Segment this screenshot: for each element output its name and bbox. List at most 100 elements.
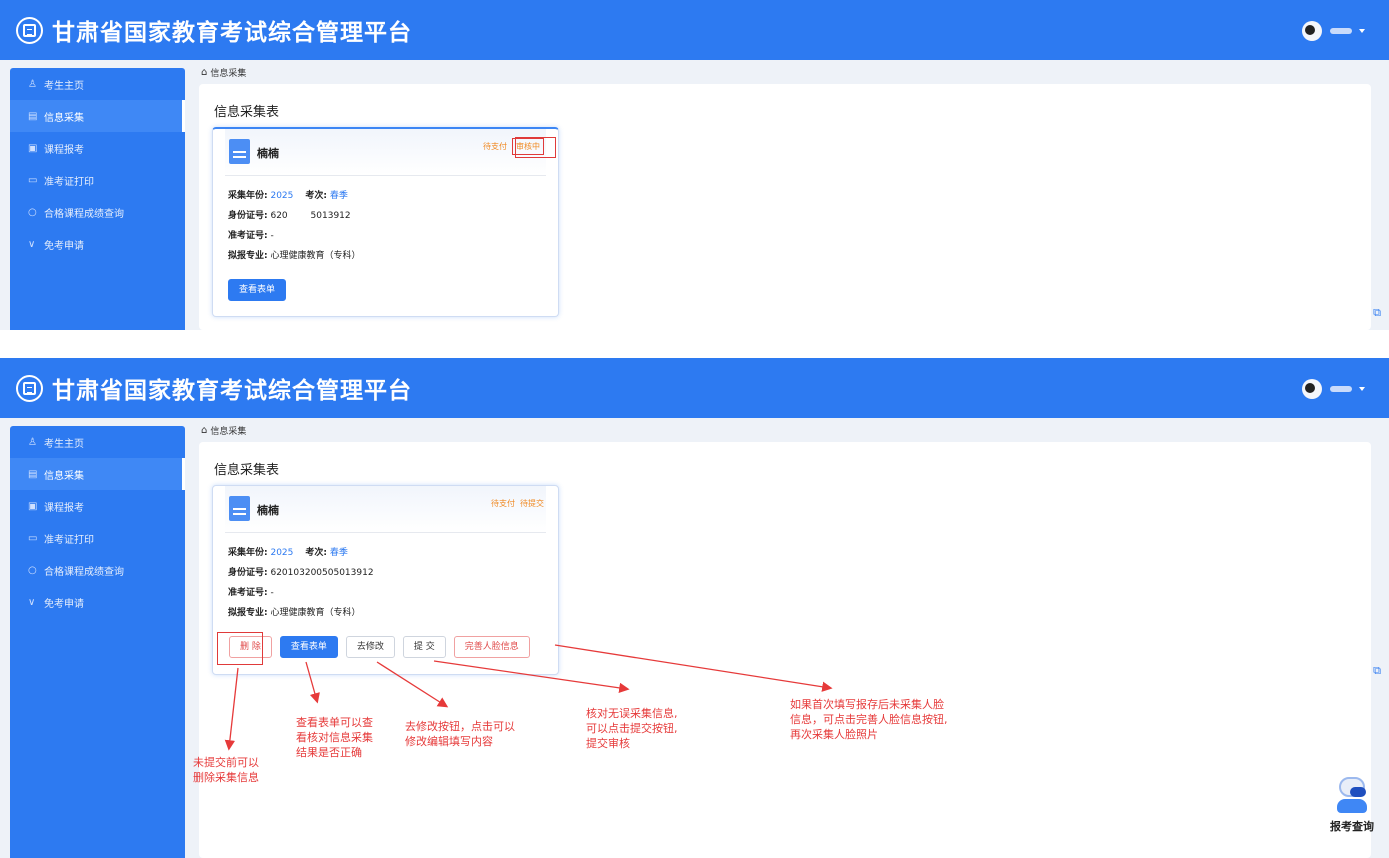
breadcrumb-current: 信息采集 [210,427,247,437]
highlight-box-delete [217,632,263,665]
view-form-button[interactable]: 查看表单 [279,636,338,658]
user-name-redacted [1330,28,1352,34]
annotation-line: 信息，可点击完善人脸信息按钮, [790,713,948,726]
annotation-line: 提交审核 [586,737,630,750]
sidebar-item-label: 免考申请 [44,598,84,610]
sidebar: ♙ 考生主页 ▤ 信息采集 ▣ 课程报考 ▭ 准考证打印 ○ 合格课程成绩查询 ∨ 免考申请 [10,426,185,858]
year-label: 采集年份: [228,191,268,201]
status-submit: 待提交 [520,499,544,508]
annotation-line: 核对无误采集信息, [586,707,678,720]
annotation-line: 再次采集人脸照片 [790,728,878,741]
card-body: 采集年份: 2025 考次: 春季 身份证号: 620 5013912 准考证号:… [213,176,558,266]
course-icon: ▣ [28,142,38,154]
annotation-line: 去修改按钮，点击可以 [405,720,515,733]
info-card: 楠楠 待支付 待提交 采集年份: 2025 考次: 春季 身份证号: 620103… [212,485,559,675]
app-title: 甘肃省国家教育考试综合管理平台 [52,378,412,404]
document-icon [229,496,250,521]
view-form-button[interactable]: 查看表单 [228,279,287,301]
sidebar-item-score[interactable]: ○ 合格课程成绩查询 [10,196,185,228]
home-icon[interactable]: ⌂ [201,67,207,78]
feedback-icon[interactable]: ⧉ [1373,664,1381,678]
info-card: 楠楠 待支付 审核中 采集年份: 2025 考次: 春季 身份证号: 620 50… [212,127,559,317]
feedback-icon[interactable]: ⧉ [1373,306,1381,320]
form-icon: ▤ [28,468,38,480]
main-content: 信息采集表 楠楠 待支付 待提交 采集年份: 2025 考次: 春季 身份证号: … [199,442,1371,858]
exam-query-label[interactable]: 报考查询 [1330,818,1374,834]
id-value: 620 5013912 [270,211,351,221]
card-name: 楠楠 [257,504,279,517]
id-label: 身份证号: [228,568,268,578]
card-actions: 删 除 查看表单 去修改 提 交 完善人脸信息 [229,636,530,658]
search-icon: ○ [28,564,37,576]
breadcrumb-current: 信息采集 [210,69,247,79]
sidebar-item-ticket[interactable]: ▭ 准考证打印 [10,164,185,196]
annotation-line: 修改编辑填写内容 [405,735,493,748]
major-value: 心理健康教育（专科） [270,608,361,618]
form-icon: ▤ [28,110,38,122]
search-icon: ○ [28,206,37,218]
annotation-line: 未提交前可以 [193,756,259,769]
user-menu[interactable] [1302,21,1365,41]
exam-no-label: 准考证号: [228,588,268,598]
avatar[interactable] [1302,21,1322,41]
sidebar-item-exempt[interactable]: ∨ 免考申请 [10,586,185,618]
chevron-down-icon[interactable] [1359,387,1365,391]
status-badges: 待支付 待提交 [491,498,544,509]
sidebar-item-score[interactable]: ○ 合格课程成绩查询 [10,554,185,586]
sidebar-item-home[interactable]: ♙ 考生主页 [10,68,185,100]
logo-icon [16,375,43,402]
card-header: 楠楠 待支付 待提交 [225,486,546,533]
complete-face-info-button[interactable]: 完善人脸信息 [453,636,530,658]
annotation-line: 删除采集信息 [193,771,259,784]
major-row: 拟报专业: 心理健康教育（专科） [228,246,543,266]
robot-assistant-icon[interactable] [1335,775,1369,815]
major-label: 拟报专业: [228,608,268,618]
card-name: 楠楠 [257,147,279,160]
id-label: 身份证号: [228,211,268,221]
sidebar-item-label: 准考证打印 [44,176,94,188]
submit-button[interactable]: 提 交 [402,636,446,658]
sidebar-item-course[interactable]: ▣ 课程报考 [10,490,185,522]
logo-icon [16,17,43,44]
session-value: 春季 [329,548,348,558]
exam-no-value: - [270,588,274,598]
header-bar: 甘肃省国家教育考试综合管理平台 [0,358,1389,418]
sidebar-item-label: 免考申请 [44,240,84,252]
session-value: 春季 [329,191,348,201]
year-row: 采集年份: 2025 考次: 春季 [228,186,543,206]
session-label: 考次: [305,191,327,201]
ticket-icon: ▭ [28,532,38,544]
year-row: 采集年份: 2025 考次: 春季 [228,543,543,563]
home-icon[interactable]: ⌂ [201,425,207,436]
exempt-icon: ∨ [28,238,36,250]
edit-button[interactable]: 去修改 [345,636,395,658]
breadcrumb: ⌂ 信息采集 [201,66,246,79]
annotation-line: 结果是否正确 [296,746,362,759]
screenshot-top: 甘肃省国家教育考试综合管理平台 ♙ 考生主页 ▤ 信息采集 ▣ 课程报考 ▭ 准考证打印… [0,0,1389,330]
exam-no-value: - [270,231,274,241]
major-row: 拟报专业: 心理健康教育（专科） [228,603,543,623]
sidebar-item-label: 信息采集 [44,112,84,124]
sidebar-item-ticket[interactable]: ▭ 准考证打印 [10,522,185,554]
document-icon [229,139,250,164]
app-title: 甘肃省国家教育考试综合管理平台 [52,20,412,46]
sidebar-item-info-collect[interactable]: ▤ 信息采集 [10,100,185,132]
chevron-down-icon[interactable] [1359,29,1365,33]
sidebar-item-exempt[interactable]: ∨ 免考申请 [10,228,185,260]
status-pay: 待支付 [483,142,507,151]
id-value: 620103200505013912 [270,568,374,578]
session-label: 考次: [305,548,327,558]
avatar[interactable] [1302,379,1322,399]
sidebar-item-info-collect[interactable]: ▤ 信息采集 [10,458,185,490]
sidebar-item-label: 信息采集 [44,470,84,482]
major-value: 心理健康教育（专科） [270,251,361,261]
id-row: 身份证号: 620 5013912 [228,206,543,226]
annotation-face: 如果首次填写报存后未采集人脸 信息，可点击完善人脸信息按钮, 再次采集人脸照片 [790,697,948,742]
major-label: 拟报专业: [228,251,268,261]
sidebar-item-label: 课程报考 [44,144,84,156]
sidebar-item-home[interactable]: ♙ 考生主页 [10,426,185,458]
annotation-line: 如果首次填写报存后未采集人脸 [790,698,944,711]
breadcrumb: ⌂ 信息采集 [201,424,246,437]
sidebar-item-course[interactable]: ▣ 课程报考 [10,132,185,164]
user-menu[interactable] [1302,379,1365,399]
